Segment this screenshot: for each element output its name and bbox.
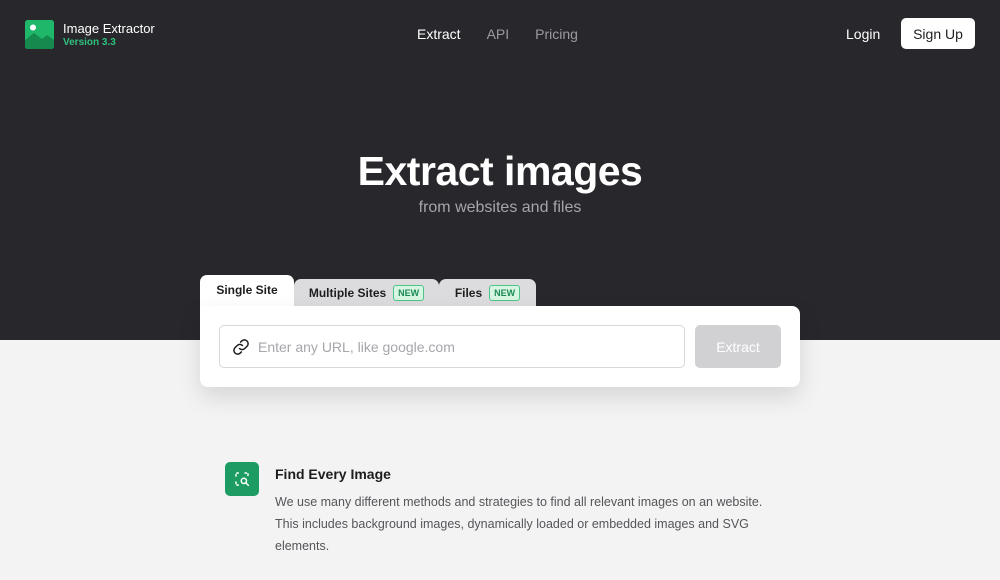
hero-title: Extract images — [357, 148, 643, 194]
feature-description: We use many different methods and strate… — [275, 495, 763, 553]
url-input[interactable] — [258, 338, 658, 355]
image-logo-icon — [25, 20, 54, 49]
image-search-icon — [225, 462, 259, 496]
hero-subtitle: from websites and files — [418, 199, 582, 216]
extract-card: Extract — [200, 306, 800, 387]
nav-links: Extract API Pricing — [417, 26, 604, 42]
url-input-wrapper[interactable] — [219, 325, 685, 368]
tab-label: Multiple Sites — [308, 286, 387, 300]
top-navbar: Image Extractor Version 3.3 Extract API … — [0, 0, 1000, 68]
brand-version: Version 3.3 — [63, 36, 116, 48]
tab-label: Single Site — [216, 283, 278, 297]
tab-single-site[interactable]: Single Site — [200, 275, 294, 307]
new-badge: NEW — [489, 285, 521, 301]
link-icon — [233, 338, 249, 355]
nav-link-extract[interactable]: Extract — [417, 26, 461, 42]
login-link[interactable]: Login — [846, 26, 880, 42]
brand[interactable]: Image Extractor Version 3.3 — [25, 20, 155, 49]
extract-button[interactable]: Extract — [695, 325, 781, 368]
tab-multiple-sites[interactable]: Multiple Sites NEW — [294, 279, 439, 307]
signup-button[interactable]: Sign Up — [901, 18, 975, 49]
brand-name: Image Extractor — [63, 20, 155, 36]
tab-label: Files — [454, 286, 483, 300]
tab-files[interactable]: Files NEW — [439, 279, 536, 307]
feature-title: Find Every Image — [275, 466, 391, 482]
nav-link-pricing[interactable]: Pricing — [535, 26, 578, 42]
new-badge: NEW — [393, 285, 425, 301]
nav-link-api[interactable]: API — [487, 26, 510, 42]
